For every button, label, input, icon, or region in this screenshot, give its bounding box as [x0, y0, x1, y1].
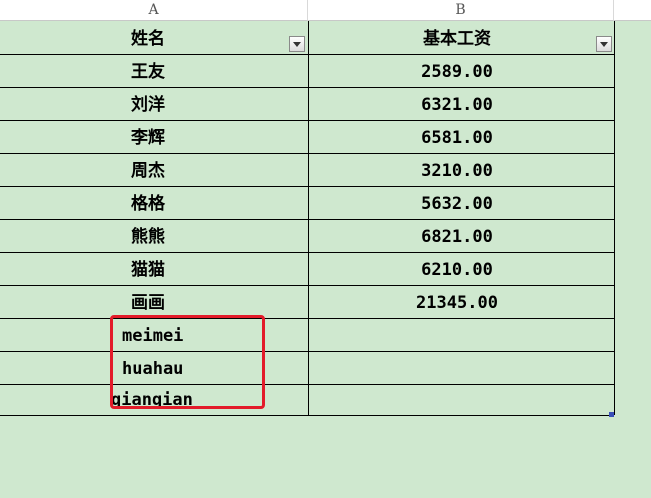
row-line	[0, 384, 614, 385]
column-header-b[interactable]: B	[308, 0, 614, 21]
column-header-empty[interactable]	[614, 0, 651, 21]
column-divider-right	[614, 21, 615, 415]
name-cell[interactable]: 王友	[0, 55, 296, 87]
name-cell[interactable]: 刘洋	[0, 88, 296, 120]
name-cell[interactable]: 猫猫	[0, 253, 296, 285]
salary-cell[interactable]: 6581.00	[309, 121, 605, 153]
row-line	[0, 351, 614, 352]
name-cell[interactable]: 李辉	[0, 121, 296, 153]
name-cell[interactable]: 周杰	[0, 154, 296, 186]
header-cell-salary[interactable]: 基本工资	[309, 22, 605, 54]
row-line	[0, 318, 614, 319]
name-cell[interactable]: 格格	[0, 187, 296, 219]
filter-dropdown-icon[interactable]	[289, 36, 305, 52]
fill-handle[interactable]	[609, 412, 614, 417]
filter-dropdown-icon[interactable]	[596, 36, 612, 52]
salary-cell[interactable]: 6321.00	[309, 88, 605, 120]
salary-cell[interactable]: 3210.00	[309, 154, 605, 186]
row-line	[0, 415, 614, 416]
column-header-a[interactable]: A	[0, 0, 308, 21]
salary-cell[interactable]: 6821.00	[309, 220, 605, 252]
salary-cell[interactable]: 21345.00	[309, 286, 605, 318]
salary-cell[interactable]: 2589.00	[309, 55, 605, 87]
header-cell-name[interactable]: 姓名	[0, 22, 296, 54]
salary-cell[interactable]: 5632.00	[309, 187, 605, 219]
name-cell[interactable]: 画画	[0, 286, 296, 318]
name-cell[interactable]: 熊熊	[0, 220, 296, 252]
highlight-box	[110, 315, 265, 409]
salary-cell[interactable]: 6210.00	[309, 253, 605, 285]
